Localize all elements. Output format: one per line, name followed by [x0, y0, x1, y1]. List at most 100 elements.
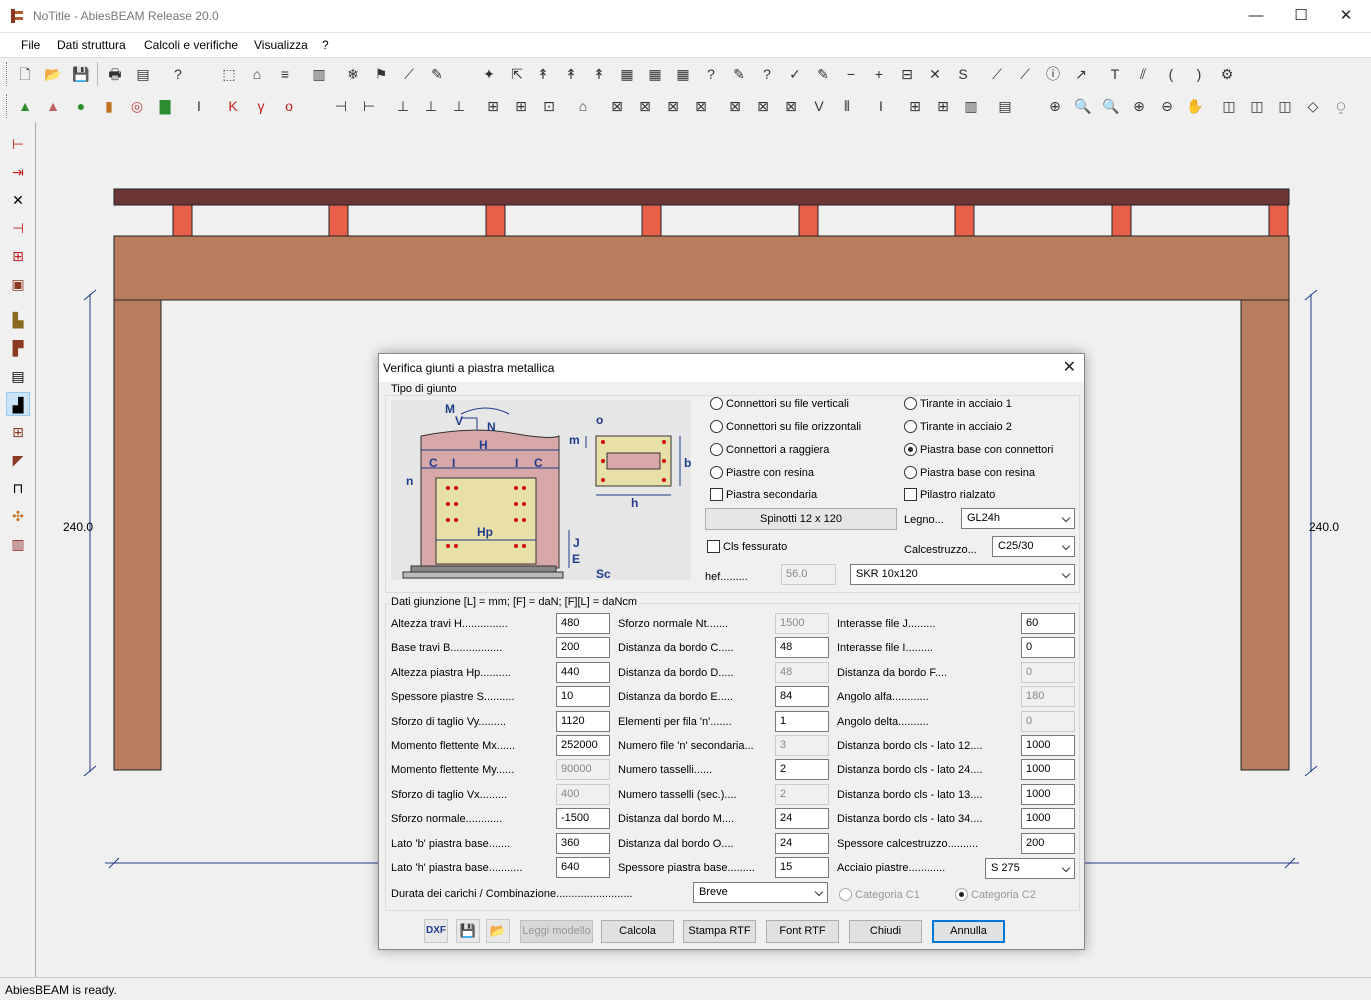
- field-input[interactable]: 60: [1021, 613, 1075, 634]
- radio-circle[interactable]: [710, 466, 723, 479]
- node-2-icon[interactable]: ⊢: [358, 95, 380, 117]
- ancorante-select[interactable]: SKR 10x120: [850, 564, 1075, 585]
- dialog-close-button[interactable]: ✕: [1063, 357, 1076, 377]
- minus-icon[interactable]: −: [840, 63, 862, 85]
- field-input[interactable]: 2: [775, 759, 829, 781]
- target-icon[interactable]: ◎: [126, 95, 148, 117]
- grid-3-icon[interactable]: ▦: [672, 63, 694, 85]
- pan-icon[interactable]: ✋: [1184, 95, 1206, 117]
- connector-1-icon[interactable]: ↟: [532, 63, 554, 85]
- measure-2-icon[interactable]: ⟋: [1014, 63, 1036, 85]
- query-1-icon[interactable]: ?: [700, 63, 722, 85]
- radio-piastra-base-connettori[interactable]: Piastra base con connettori: [904, 443, 1053, 456]
- print-preview-icon[interactable]: ▤: [132, 63, 154, 85]
- checkbox-pilastro-rialzato[interactable]: Pilastro rialzato: [904, 488, 995, 501]
- node-1-icon[interactable]: ⊣: [330, 95, 352, 117]
- connection-2-icon[interactable]: ▛: [6, 336, 30, 360]
- save-icon[interactable]: 💾: [70, 63, 92, 85]
- cross-brace-icon[interactable]: ✕: [6, 188, 30, 212]
- connection-6-icon[interactable]: ◤: [6, 448, 30, 472]
- deck-tool-icon[interactable]: ▥: [308, 63, 330, 85]
- annulla-button[interactable]: Annulla: [932, 920, 1005, 943]
- red-tree-icon[interactable]: ▲: [42, 95, 64, 117]
- beam-tool-icon[interactable]: ⬚: [218, 63, 240, 85]
- checkbox-piastra-secondaria[interactable]: Piastra secondaria: [710, 488, 817, 501]
- menu-dati-struttura[interactable]: Dati struttura: [57, 38, 126, 52]
- legno-select[interactable]: GL24h: [961, 508, 1075, 529]
- split-icon[interactable]: ⊟: [896, 63, 918, 85]
- zoom-extents-icon[interactable]: 🔍: [1100, 95, 1122, 117]
- hinge-3-icon[interactable]: ⊡: [538, 95, 560, 117]
- field-input[interactable]: 48: [775, 637, 829, 659]
- checkbox-box[interactable]: [707, 540, 720, 553]
- joint-12-icon[interactable]: ▥: [960, 95, 982, 117]
- dxf-export-button[interactable]: DXF: [424, 919, 448, 943]
- joint-6-icon[interactable]: ⊠: [752, 95, 774, 117]
- wood-icon[interactable]: ▮: [98, 95, 120, 117]
- delete-icon[interactable]: ✕: [924, 63, 946, 85]
- rotate-icon[interactable]: ↗: [1070, 63, 1092, 85]
- joint-10-icon[interactable]: ⊞: [904, 95, 926, 117]
- arc-right-icon[interactable]: ): [1188, 63, 1210, 85]
- info-icon[interactable]: ⓘ: [1042, 63, 1064, 85]
- joint-7-icon[interactable]: ⊠: [780, 95, 802, 117]
- snow-load-icon[interactable]: ❄: [342, 63, 364, 85]
- spinotti-button[interactable]: Spinotti 12 x 120: [705, 508, 897, 530]
- radio-piastre-resina[interactable]: Piastre con resina: [710, 466, 814, 479]
- connection-7-icon[interactable]: ⊓: [6, 476, 30, 500]
- member-3-icon[interactable]: ⊣: [6, 216, 30, 240]
- field-input[interactable]: 1000: [1021, 808, 1075, 830]
- chiudi-button[interactable]: Chiudi: [849, 920, 922, 943]
- radio-circle[interactable]: [710, 420, 723, 433]
- print-icon[interactable]: 🖶: [104, 63, 126, 85]
- radio-tirante-2[interactable]: Tirante in acciaio 2: [904, 420, 1012, 433]
- checkbox-box[interactable]: [710, 488, 723, 501]
- edit-2-icon[interactable]: ✎: [812, 63, 834, 85]
- connection-1-icon[interactable]: ▙: [6, 308, 30, 332]
- arc-left-icon[interactable]: (: [1160, 63, 1182, 85]
- hinge-1-icon[interactable]: ⊞: [482, 95, 504, 117]
- query-2-icon[interactable]: ?: [756, 63, 778, 85]
- joint-2-icon[interactable]: ⊠: [634, 95, 656, 117]
- calcestruzzo-select[interactable]: C25/30: [992, 536, 1075, 557]
- section-icon[interactable]: S: [952, 63, 974, 85]
- field-input[interactable]: 10: [556, 686, 610, 708]
- radio-circle[interactable]: [710, 443, 723, 456]
- hinge-2-icon[interactable]: ⊞: [510, 95, 532, 117]
- connection-3-icon[interactable]: ▤: [6, 364, 30, 388]
- menu-file[interactable]: File: [21, 38, 40, 52]
- member-1-icon[interactable]: ⊢: [6, 132, 30, 156]
- text-tool-icon[interactable]: T: [1104, 63, 1126, 85]
- field-input[interactable]: 480: [556, 613, 610, 634]
- grid-1-icon[interactable]: ▦: [616, 63, 638, 85]
- radio-circle[interactable]: [904, 397, 917, 410]
- view-3d-4-icon[interactable]: ◇: [1302, 95, 1324, 117]
- radio-circle[interactable]: [710, 397, 723, 410]
- chart-icon[interactable]: ▇: [154, 95, 176, 117]
- grid-2-icon[interactable]: ▦: [644, 63, 666, 85]
- arrow-tool-icon[interactable]: ⇱: [506, 63, 528, 85]
- field-input[interactable]: 15: [775, 857, 829, 878]
- member-2-icon[interactable]: ⇥: [6, 160, 30, 184]
- frame-tool-icon[interactable]: ⌂: [246, 63, 268, 85]
- view-3d-5-icon[interactable]: ⍜: [1330, 95, 1352, 117]
- truss-tool-icon[interactable]: ≡: [274, 63, 296, 85]
- connection-8-icon[interactable]: ✣: [6, 504, 30, 528]
- field-input[interactable]: 200: [556, 637, 610, 659]
- joint-4-icon[interactable]: ⊠: [690, 95, 712, 117]
- k-tool-icon[interactable]: K: [222, 95, 244, 117]
- field-input[interactable]: 360: [556, 832, 610, 854]
- stampa-rtf-button[interactable]: Stampa RTF: [683, 920, 756, 943]
- acciaio-select[interactable]: S 275: [985, 858, 1075, 879]
- house-icon[interactable]: ⌂: [572, 95, 594, 117]
- ic-tool-icon[interactable]: I: [188, 95, 210, 117]
- wind-load-icon[interactable]: ⚑: [370, 63, 392, 85]
- calcola-button[interactable]: Calcola: [601, 920, 674, 943]
- menu-calcoli-verifiche[interactable]: Calcoli e verifiche: [144, 38, 238, 52]
- o-tool-icon[interactable]: o: [278, 95, 300, 117]
- radio-file-orizzontali[interactable]: Connettori su file orizzontali: [710, 420, 861, 433]
- checkbox-box[interactable]: [904, 488, 917, 501]
- edit-1-icon[interactable]: ✎: [728, 63, 750, 85]
- connection-5-icon[interactable]: ⊞: [6, 420, 30, 444]
- radio-circle[interactable]: [904, 420, 917, 433]
